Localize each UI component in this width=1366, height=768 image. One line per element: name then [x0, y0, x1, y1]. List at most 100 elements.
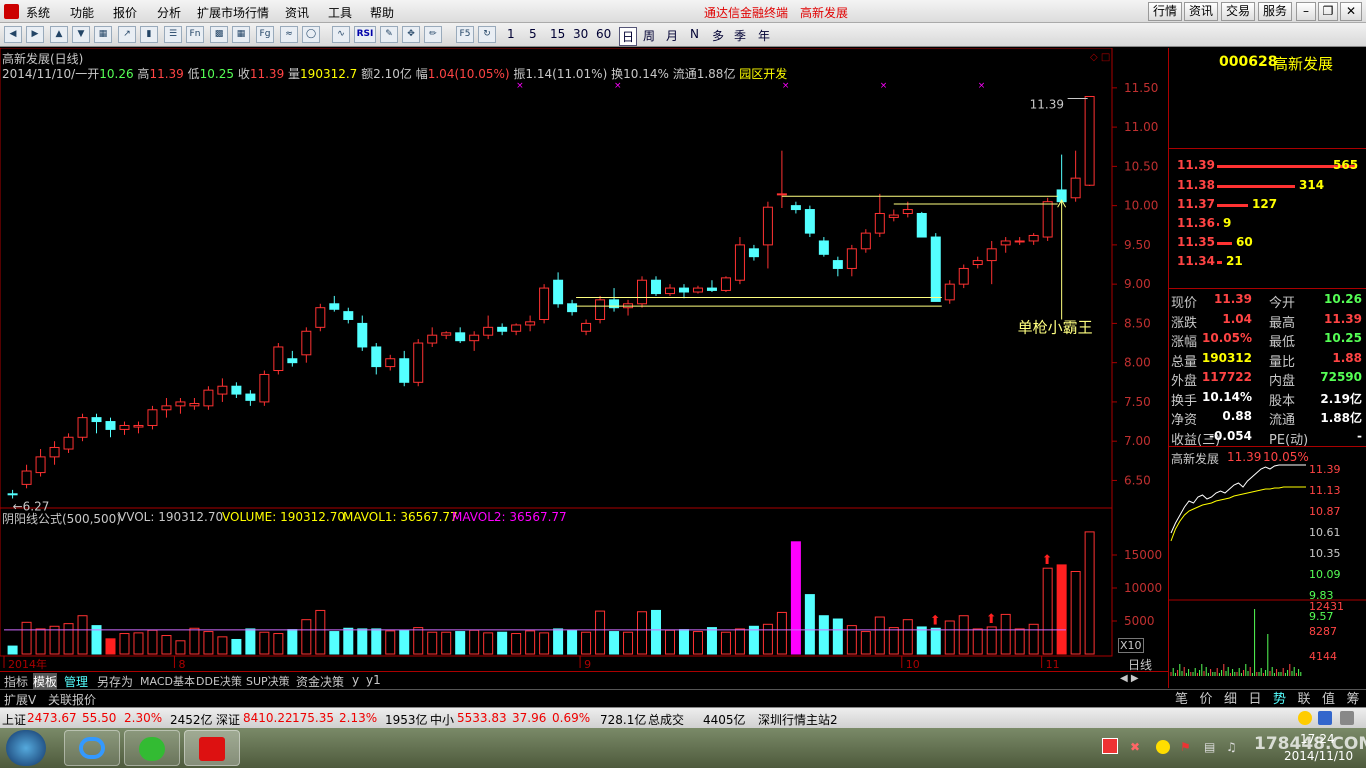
tray-s-icon[interactable]: [1102, 738, 1118, 754]
tab-sup[interactable]: SUP决策: [246, 673, 290, 689]
status-light-icon[interactable]: [1298, 711, 1312, 725]
forward-icon[interactable]: ▶: [26, 26, 44, 43]
order-price: 11.36: [1177, 216, 1215, 230]
period-f5[interactable]: F5: [456, 26, 474, 43]
period-n[interactable]: N: [690, 27, 699, 41]
period-season[interactable]: 季: [734, 27, 746, 44]
volume-bar: [497, 631, 508, 655]
move-icon[interactable]: ✥: [402, 26, 420, 43]
order-volume-bar: [1217, 204, 1248, 207]
tab-y1[interactable]: y1: [366, 673, 381, 687]
menu-system[interactable]: 系统: [26, 4, 50, 21]
expand-button[interactable]: 扩展V: [4, 691, 36, 708]
close-icon[interactable]: ✕: [1340, 2, 1362, 21]
related-quote-button[interactable]: 关联报价: [48, 691, 96, 708]
candle-body: [1000, 240, 1011, 246]
settings-icon[interactable]: [1340, 711, 1354, 725]
wave-icon[interactable]: ∿: [332, 26, 350, 43]
indicator-tabs: 指标 模板 管理 另存为 MACD基本 DDE决策 SUP决策 资金决策 y y…: [0, 671, 1168, 690]
x10-label[interactable]: X10: [1118, 638, 1144, 653]
stat-icon[interactable]: ▩: [210, 26, 228, 43]
period-day[interactable]: 日: [619, 27, 638, 46]
refresh-icon[interactable]: ↻: [478, 26, 496, 43]
quote-label-right: 最高: [1269, 315, 1296, 331]
start-button-icon[interactable]: [6, 730, 46, 766]
grid-icon[interactable]: ▦: [94, 26, 112, 43]
trade-button[interactable]: 交易: [1221, 2, 1255, 21]
volume-bar: [399, 629, 410, 655]
report-icon[interactable]: ▦: [232, 26, 250, 43]
tray-flag-icon[interactable]: ⚑: [1180, 740, 1191, 754]
tab-save-as[interactable]: 另存为: [97, 673, 133, 690]
candle-body: [1042, 201, 1053, 238]
back-icon[interactable]: ◀: [4, 26, 22, 43]
scroll-arrows[interactable]: ◀ ▶: [1120, 673, 1139, 684]
volume-bar: [748, 625, 759, 655]
fn-icon[interactable]: Fn: [186, 26, 204, 43]
period-week[interactable]: 周: [643, 27, 655, 44]
period-15min[interactable]: 15: [550, 27, 565, 41]
quote-button[interactable]: 行情: [1148, 2, 1182, 21]
period-5min[interactable]: 5: [529, 27, 537, 41]
menu-quote[interactable]: 报价: [113, 4, 137, 21]
menu-tools[interactable]: 工具: [328, 4, 352, 21]
list-icon[interactable]: ☰: [164, 26, 182, 43]
fg-icon[interactable]: Fg: [256, 26, 274, 43]
up-icon[interactable]: ▲: [50, 26, 68, 43]
clock-date[interactable]: 2014/11/10: [1284, 749, 1353, 763]
menu-info[interactable]: 资讯: [285, 4, 309, 21]
volume-bar: [595, 610, 606, 655]
period-year[interactable]: 年: [758, 27, 770, 44]
menu-function[interactable]: 功能: [70, 4, 94, 21]
ie-icon[interactable]: [64, 730, 120, 766]
menu-analysis[interactable]: 分析: [157, 4, 181, 21]
network-icon[interactable]: [1318, 711, 1332, 725]
rsi-icon[interactable]: RSI: [354, 26, 376, 43]
period-month[interactable]: 月: [666, 27, 678, 44]
period-30min[interactable]: 30: [573, 27, 588, 41]
chart-icon[interactable]: ≈: [280, 26, 298, 43]
tab-indicator[interactable]: 指标: [4, 673, 28, 690]
mini-avg-line: [1170, 486, 1306, 542]
paint-icon[interactable]: ✎: [380, 26, 398, 43]
info-button[interactable]: 资讯: [1184, 2, 1218, 21]
volume-bar: [259, 631, 270, 655]
up-arrow-icon: ⬆: [930, 613, 941, 628]
tab-template[interactable]: 模板: [33, 673, 58, 690]
period-multi[interactable]: 多: [712, 27, 724, 44]
service-button[interactable]: 服务: [1258, 2, 1292, 21]
menu-help[interactable]: 帮助: [370, 4, 394, 21]
tdx-app-icon[interactable]: [184, 730, 240, 766]
candle-body: [287, 358, 298, 364]
mini-intraday-chart[interactable]: 11.3911.1310.8710.6110.3510.099.839.5712…: [1169, 463, 1366, 683]
pen-icon[interactable]: ✏: [424, 26, 442, 43]
callout-text: 单枪小霸王: [1018, 318, 1093, 336]
tray-volume-icon[interactable]: ♫: [1226, 740, 1237, 754]
tab-manage[interactable]: 管理: [64, 673, 88, 690]
down-icon[interactable]: ▼: [72, 26, 90, 43]
event-marker: ×: [978, 81, 986, 91]
refresh-app-icon[interactable]: [124, 730, 180, 766]
tray-tool-icon[interactable]: ✖: [1130, 740, 1140, 754]
tab-y[interactable]: y: [352, 673, 359, 687]
kline-chart-area[interactable]: 高新发展(日线) ◇ □ 2014/11/10/一开10.26 高11.39 低…: [0, 48, 1168, 688]
menu-extended-market[interactable]: 扩展市场行情: [197, 4, 269, 21]
clock-time[interactable]: 17:24: [1300, 732, 1335, 746]
candle-body: [706, 287, 717, 291]
line-chart-icon[interactable]: ↗: [118, 26, 136, 43]
price-tick-label: 6.50: [1124, 473, 1151, 487]
period-1min[interactable]: 1: [507, 27, 515, 41]
restore-icon[interactable]: ❐: [1318, 2, 1338, 21]
tab-dde[interactable]: DDE决策: [196, 673, 242, 689]
period-60min[interactable]: 60: [596, 27, 611, 41]
volume-bar: [7, 645, 18, 655]
minimize-icon[interactable]: –: [1296, 2, 1316, 21]
tray-network-icon[interactable]: ▤: [1204, 740, 1215, 754]
tab-fund[interactable]: 资金决策: [296, 673, 344, 690]
candle-icon[interactable]: ▮: [140, 26, 158, 43]
volume-bar: [1084, 531, 1095, 655]
circle-icon[interactable]: ◯: [302, 26, 320, 43]
tab-macd[interactable]: MACD基本: [140, 673, 195, 689]
tray-plus-icon[interactable]: [1156, 740, 1170, 754]
panel-tab: 值: [1322, 692, 1336, 707]
